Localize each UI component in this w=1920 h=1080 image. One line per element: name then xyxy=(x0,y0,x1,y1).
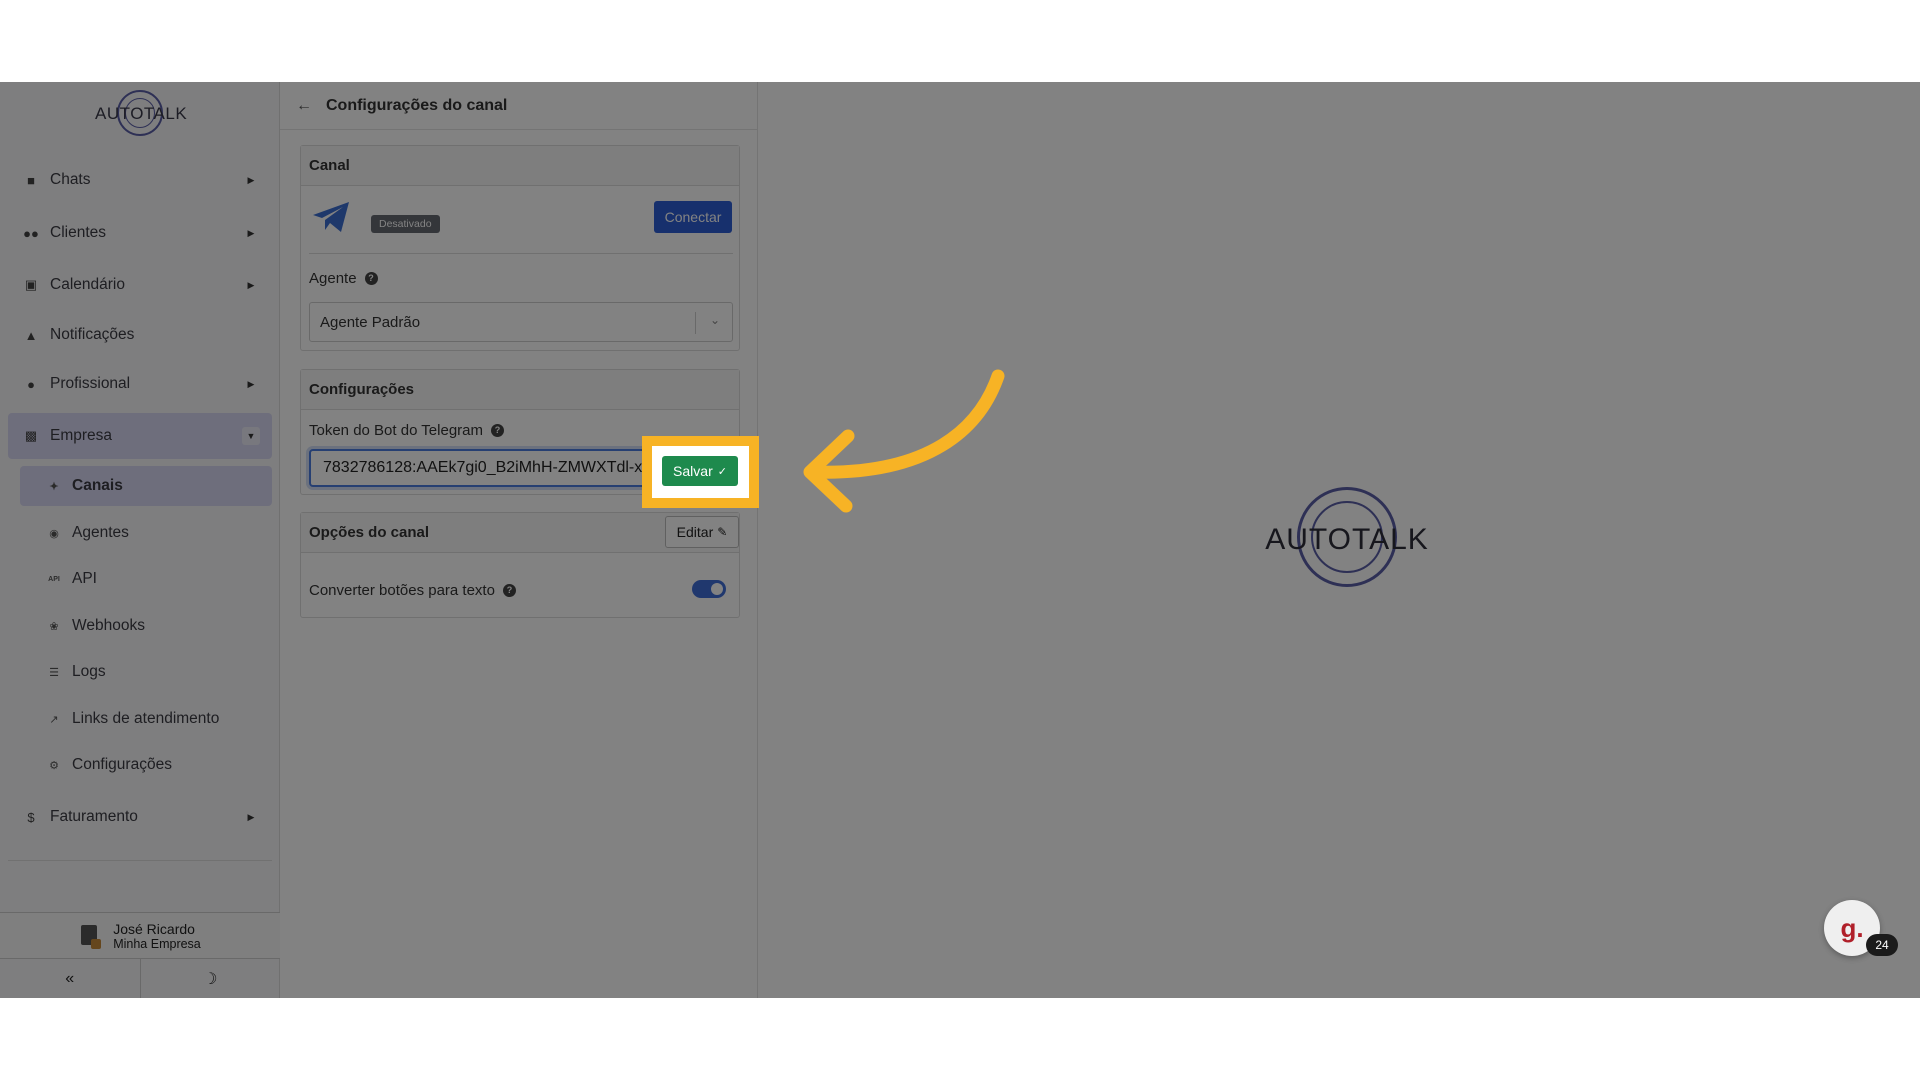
agent-label-text: Agente xyxy=(309,270,357,287)
options-card-title: Opções do canal xyxy=(309,524,430,541)
sidebar-subitem-api[interactable]: API API xyxy=(20,559,272,599)
sidebar-item-label: Profissional xyxy=(50,375,131,392)
sidebar-subitem-label: Configurações xyxy=(72,756,172,773)
edit-icon: ✎ xyxy=(717,525,728,539)
edit-button-label: Editar xyxy=(676,524,714,540)
sidebar-subitem-configuracoes[interactable]: ⚙ Configurações xyxy=(20,745,272,785)
sidebar-subitem-webhooks[interactable]: ❀ Webhooks xyxy=(20,606,272,646)
building-icon: ▩ xyxy=(24,428,38,443)
sidebar-subitem-agentes[interactable]: ◉ Agentes xyxy=(20,513,272,553)
sidebar-footer: « ☽ xyxy=(0,958,280,998)
user-gear-icon: ● xyxy=(27,376,35,392)
sidebar-item-calendario[interactable]: ▣ Calendário ▶ xyxy=(8,262,272,308)
convert-buttons-toggle[interactable] xyxy=(692,580,726,598)
sidebar-subitem-label: Links de atendimento xyxy=(72,710,220,727)
sidebar-subitem-logs[interactable]: ☰ Logs xyxy=(20,652,272,692)
sidebar-item-faturamento[interactable]: $ Faturamento ▶ xyxy=(8,794,272,840)
api-icon: API xyxy=(48,575,60,583)
bell-icon: ▲ xyxy=(24,327,38,343)
caret-down-icon[interactable]: ▼ xyxy=(242,427,260,445)
sidebar-subitem-label: Webhooks xyxy=(72,617,145,634)
sidebar-item-label: Faturamento xyxy=(50,808,138,825)
user-company: Minha Empresa xyxy=(113,936,201,951)
sidebar-divider xyxy=(8,860,272,861)
users-icon: ●● xyxy=(23,225,39,241)
user-name: José Ricardo xyxy=(113,920,195,937)
convert-buttons-text: Converter botões para texto xyxy=(309,582,495,599)
help-icon[interactable]: ? xyxy=(364,272,378,285)
connect-button[interactable]: Conectar xyxy=(654,201,732,233)
caret-right-icon[interactable]: ▶ xyxy=(242,375,260,393)
channel-settings-panel: ← Configurações do canal Canal Desativad… xyxy=(280,82,758,998)
convert-buttons-label: Converter botões para texto ? xyxy=(309,582,516,599)
card-divider xyxy=(309,253,733,254)
token-label: Token do Bot do Telegram ? xyxy=(309,422,505,439)
sidebar-item-chats[interactable]: ■ Chats ▶ xyxy=(8,157,272,203)
app-window: AUTOTALK ■ Chats ▶ ●● Clientes ▶ ▣ Calen… xyxy=(0,82,1920,998)
sidebar-item-profissional[interactable]: ● Profissional ▶ xyxy=(8,361,272,407)
agent-select-value: Agente Padrão xyxy=(320,313,421,331)
help-icon[interactable]: ? xyxy=(491,424,505,437)
agent-label: Agente ? xyxy=(309,270,378,287)
sidebar-item-clientes[interactable]: ●● Clientes ▶ xyxy=(8,210,272,256)
token-label-text: Token do Bot do Telegram xyxy=(309,422,484,439)
channel-card: Canal Desativado Conectar Agente ? Agent… xyxy=(300,145,740,351)
chevron-down-icon: ⌄ xyxy=(709,313,720,327)
options-card-header: Opções do canal Editar ✎ xyxy=(301,513,739,553)
highlight-box xyxy=(642,436,759,508)
back-arrow-icon[interactable]: ← xyxy=(296,97,312,115)
list-icon: ☰ xyxy=(49,666,59,679)
sidebar-item-notificacoes[interactable]: ▲ Notificações xyxy=(8,312,272,358)
status-badge: Desativado xyxy=(371,215,440,233)
sidebar-item-label: Notificações xyxy=(50,326,135,343)
caret-right-icon[interactable]: ▶ xyxy=(242,808,260,826)
sidebar-item-label: Empresa xyxy=(50,427,113,444)
chat-icon: ■ xyxy=(27,172,35,188)
user-card[interactable]: José Ricardo Minha Empresa xyxy=(0,912,280,958)
config-card-title: Configurações xyxy=(309,381,415,398)
webhook-icon: ❀ xyxy=(49,620,59,633)
channel-card-title: Canal xyxy=(301,146,739,186)
edit-button[interactable]: Editar ✎ xyxy=(665,516,739,548)
dollar-icon: $ xyxy=(27,809,35,825)
sidebar-item-label: Chats xyxy=(50,171,91,188)
logo-text: AUTOTALK xyxy=(95,104,188,123)
config-card-header: Configurações xyxy=(301,370,739,410)
gear-icon: ⚙ xyxy=(49,759,59,772)
sidebar-item-empresa[interactable]: ▩ Empresa ▼ xyxy=(8,413,272,459)
calendar-icon: ▣ xyxy=(24,277,38,292)
sidebar-item-label: Clientes xyxy=(50,224,106,241)
sidebar: AUTOTALK ■ Chats ▶ ●● Clientes ▶ ▣ Calen… xyxy=(0,82,280,998)
sidebar-subitem-label: Canais xyxy=(72,477,123,494)
sidebar-subitem-links[interactable]: ↗ Links de atendimento xyxy=(20,699,272,739)
external-link-icon: ↗ xyxy=(49,713,59,726)
chat-count-badge: 24 xyxy=(1866,934,1898,956)
robot-icon: ◉ xyxy=(49,527,59,540)
channel-options-card: Opções do canal Editar ✎ Converter botõe… xyxy=(300,512,740,618)
sidebar-subitem-label: API xyxy=(72,570,97,587)
autotalk-logo: AUTOTALK xyxy=(1257,487,1437,587)
help-icon[interactable]: ? xyxy=(502,584,516,597)
sidebar-subitem-label: Agentes xyxy=(72,524,129,541)
main-content: AUTOTALK xyxy=(759,82,1920,998)
agent-select[interactable]: Agente Padrão ⌄ xyxy=(309,302,733,342)
sidebar-item-label: Calendário xyxy=(50,276,125,293)
app-logo[interactable]: AUTOTALK xyxy=(95,88,188,138)
company-avatar-icon xyxy=(79,923,102,949)
satellite-icon: ✦ xyxy=(49,480,59,493)
panel-header: ← Configurações do canal xyxy=(280,82,758,130)
panel-title: Configurações do canal xyxy=(326,96,508,114)
caret-right-icon[interactable]: ▶ xyxy=(242,276,260,294)
pointer-arrow-icon xyxy=(803,369,1005,513)
telegram-icon xyxy=(313,202,349,232)
sidebar-subitem-label: Logs xyxy=(72,663,106,680)
caret-right-icon[interactable]: ▶ xyxy=(242,171,260,189)
sidebar-subitem-canais[interactable]: ✦ Canais xyxy=(20,466,272,506)
big-logo-text: AUTOTALK xyxy=(1265,523,1429,556)
collapse-sidebar-icon[interactable]: « xyxy=(0,959,140,998)
caret-right-icon[interactable]: ▶ xyxy=(242,224,260,242)
dark-mode-moon-icon[interactable]: ☽ xyxy=(139,959,281,998)
